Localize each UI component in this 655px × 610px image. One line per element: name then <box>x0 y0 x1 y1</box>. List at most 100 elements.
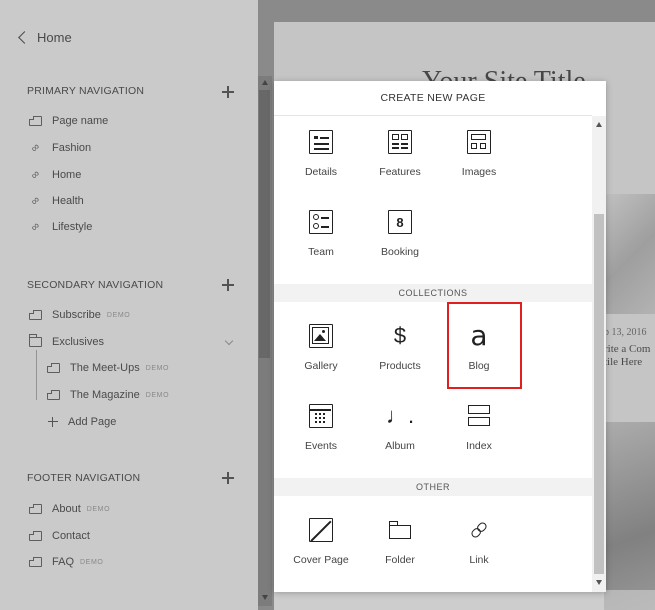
create-new-page-dialog: CREATE NEW PAGE Details Features Images … <box>274 81 606 592</box>
folder-icon <box>387 517 413 543</box>
sidebar-panel: Home PRIMARY NAVIGATION Page name ∞ Fash… <box>0 0 258 610</box>
scroll-up-arrow-icon[interactable] <box>262 80 268 85</box>
primary-navigation-title: PRIMARY NAVIGATION <box>27 85 145 97</box>
page-icon <box>29 116 42 126</box>
tree-connector <box>36 350 37 400</box>
demo-badge: DEMO <box>80 558 104 566</box>
nav-item-subscribe[interactable]: Subscribe DEMO <box>29 308 130 322</box>
page-type-folder[interactable]: Folder <box>365 517 435 577</box>
images-icon <box>466 129 492 155</box>
demo-badge: DEMO <box>106 311 131 319</box>
demo-badge: DEMO <box>145 391 170 399</box>
preview-image <box>604 422 655 610</box>
gallery-icon <box>308 323 334 349</box>
index-icon <box>466 403 492 429</box>
tile-label: Features <box>379 166 421 178</box>
post-title-line: tile Here <box>604 356 643 368</box>
nav-item-the-magazine[interactable]: The Magazine DEMO <box>47 388 169 402</box>
details-icon <box>308 129 334 155</box>
page-icon <box>29 310 42 320</box>
add-page-link[interactable]: Add Page <box>48 415 116 429</box>
nav-item-label: The Meet-Ups <box>70 362 140 374</box>
album-glyph: ♩. <box>385 403 415 428</box>
page-type-link[interactable]: Link <box>444 517 514 577</box>
link-icon <box>466 517 492 543</box>
nav-item-fashion[interactable]: ∞ Fashion <box>28 140 92 156</box>
sidebar-scrollbar-thumb[interactable] <box>259 90 270 358</box>
music-note-icon: ♩. <box>385 403 415 429</box>
dollar-icon: $ <box>387 323 413 349</box>
nav-item-health[interactable]: ∞ Health <box>28 193 84 209</box>
nav-item-label: Fashion <box>52 142 92 154</box>
scroll-down-arrow-icon[interactable] <box>262 595 268 600</box>
nav-item-label: About <box>52 503 81 515</box>
tile-label: Cover Page <box>293 554 349 566</box>
blog-selection-highlight <box>447 302 522 389</box>
demo-badge: DEMO <box>145 364 170 372</box>
link-icon: ∞ <box>28 193 43 209</box>
nav-item-about[interactable]: About DEMO <box>29 502 110 516</box>
scroll-up-arrow-icon[interactable] <box>596 122 602 127</box>
page-icon <box>29 557 42 567</box>
add-secondary-page-icon[interactable] <box>222 279 234 291</box>
footer-navigation-title: FOOTER NAVIGATION <box>27 472 141 484</box>
post-title-line: rite a Com <box>604 343 651 355</box>
demo-badge: DEMO <box>86 505 111 513</box>
tile-label: Events <box>304 440 338 452</box>
page-type-index[interactable]: Index <box>444 403 514 463</box>
nav-item-contact[interactable]: Contact <box>29 529 90 543</box>
nav-item-label: Subscribe <box>52 309 101 321</box>
dialog-title: CREATE NEW PAGE <box>274 81 592 116</box>
link-icon: ∞ <box>28 167 43 183</box>
page-type-events[interactable]: Events <box>286 403 356 463</box>
preview-scrollbar[interactable] <box>274 590 655 610</box>
tile-label: Images <box>461 166 497 178</box>
nav-item-label: FAQ <box>52 556 75 568</box>
tile-label: Details <box>304 166 338 178</box>
tile-label: Index <box>466 440 492 452</box>
other-section-title: OTHER <box>274 478 592 496</box>
preview-image <box>604 194 655 314</box>
page-icon <box>29 504 42 514</box>
tile-label: Team <box>308 246 334 258</box>
add-primary-page-icon[interactable] <box>222 86 234 98</box>
page-type-products[interactable]: $ Products <box>365 323 435 383</box>
secondary-navigation-title: SECONDARY NAVIGATION <box>27 279 164 291</box>
page-type-booking[interactable]: 8 Booking <box>365 209 435 269</box>
nav-item-faq[interactable]: FAQ DEMO <box>29 555 103 569</box>
cover-page-icon <box>308 517 334 543</box>
chevron-down-icon[interactable] <box>224 336 234 346</box>
home-label: Home <box>37 30 72 45</box>
post-date: p 13, 2016 <box>604 327 647 338</box>
link-icon: ∞ <box>28 140 43 156</box>
nav-item-the-meet-ups[interactable]: The Meet-Ups DEMO <box>47 361 169 375</box>
nav-item-lifestyle[interactable]: ∞ Lifestyle <box>28 220 93 234</box>
page-type-features[interactable]: Features <box>365 129 435 189</box>
nav-item-label: Health <box>52 195 84 207</box>
chevron-left-icon <box>18 31 31 44</box>
nav-item-label: Contact <box>52 530 90 542</box>
nav-item-home[interactable]: ∞ Home <box>28 167 82 183</box>
page-type-images[interactable]: Images <box>444 129 514 189</box>
tile-label: Link <box>469 554 489 566</box>
nav-item-page-name[interactable]: Page name <box>29 114 108 128</box>
nav-item-label: Lifestyle <box>52 221 93 233</box>
page-type-cover-page[interactable]: Cover Page <box>286 517 356 577</box>
nav-item-exclusives[interactable]: Exclusives <box>29 334 104 349</box>
page-type-album[interactable]: ♩. Album <box>365 403 435 463</box>
home-back-link[interactable]: Home <box>18 30 72 45</box>
page-type-details[interactable]: Details <box>286 129 356 189</box>
calendar-icon <box>308 403 334 429</box>
dialog-scrollbar-thumb[interactable] <box>594 214 604 574</box>
page-type-team[interactable]: Team <box>286 209 356 269</box>
page-type-gallery[interactable]: Gallery <box>286 323 356 383</box>
tile-label: Album <box>385 440 415 452</box>
nav-item-label: Home <box>52 169 82 181</box>
post-title: rite a Com tile Here <box>604 343 650 369</box>
tile-label: Booking <box>381 246 419 258</box>
plus-icon <box>48 417 58 427</box>
scroll-down-arrow-icon[interactable] <box>596 580 602 585</box>
folder-icon <box>29 334 42 347</box>
nav-item-label: Exclusives <box>52 336 104 348</box>
add-footer-page-icon[interactable] <box>222 472 234 484</box>
